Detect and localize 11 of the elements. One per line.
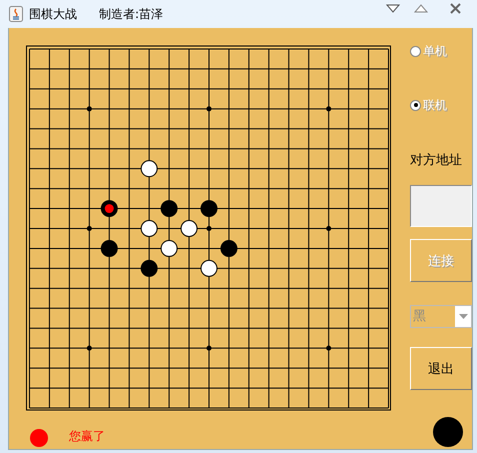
exit-button[interactable]: 退出 <box>410 347 472 390</box>
address-field[interactable] <box>410 185 472 227</box>
go-board[interactable] <box>25 44 392 412</box>
status-message: 您赢了 <box>69 428 105 445</box>
caret-up-icon[interactable] <box>414 4 428 12</box>
caret-down-icon[interactable] <box>386 4 400 12</box>
address-label: 对方地址 <box>410 152 463 169</box>
window-title: 围棋大战 <box>29 6 77 22</box>
author-label: 制造者:苗泽 <box>99 6 164 22</box>
close-icon[interactable] <box>450 2 461 14</box>
app-icon <box>9 6 23 22</box>
